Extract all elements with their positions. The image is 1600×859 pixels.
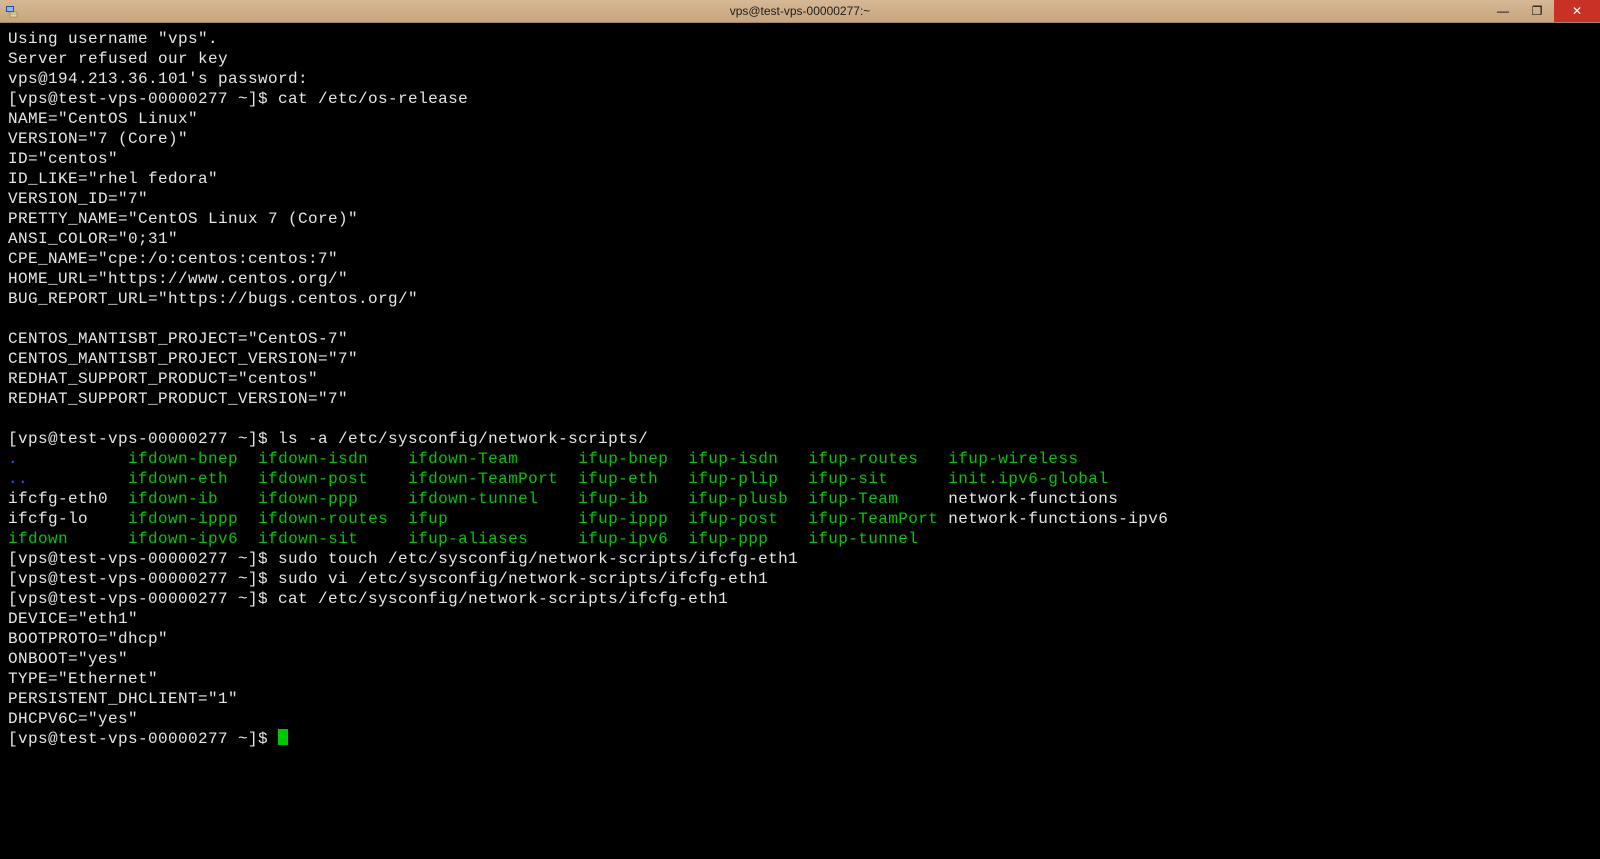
- titlebar[interactable]: vps@test-vps-00000277:~ — ❐ ✕: [0, 0, 1600, 23]
- close-button[interactable]: ✕: [1554, 0, 1600, 22]
- minimize-icon: —: [1497, 4, 1509, 18]
- window-title: vps@test-vps-00000277:~: [0, 0, 1600, 22]
- minimize-button[interactable]: —: [1486, 0, 1520, 22]
- terminal-content: Using username "vps". Server refused our…: [0, 23, 1600, 757]
- window-controls: — ❐ ✕: [1486, 0, 1600, 22]
- maximize-button[interactable]: ❐: [1520, 0, 1554, 22]
- putty-window: vps@test-vps-00000277:~ — ❐ ✕ Using user…: [0, 0, 1600, 859]
- putty-icon: [4, 3, 20, 19]
- maximize-icon: ❐: [1532, 4, 1543, 18]
- terminal-viewport[interactable]: Using username "vps". Server refused our…: [0, 23, 1600, 859]
- terminal-cursor: [278, 729, 288, 745]
- close-icon: ✕: [1572, 4, 1582, 18]
- terminal-text: Using username "vps". Server refused our…: [8, 29, 1592, 749]
